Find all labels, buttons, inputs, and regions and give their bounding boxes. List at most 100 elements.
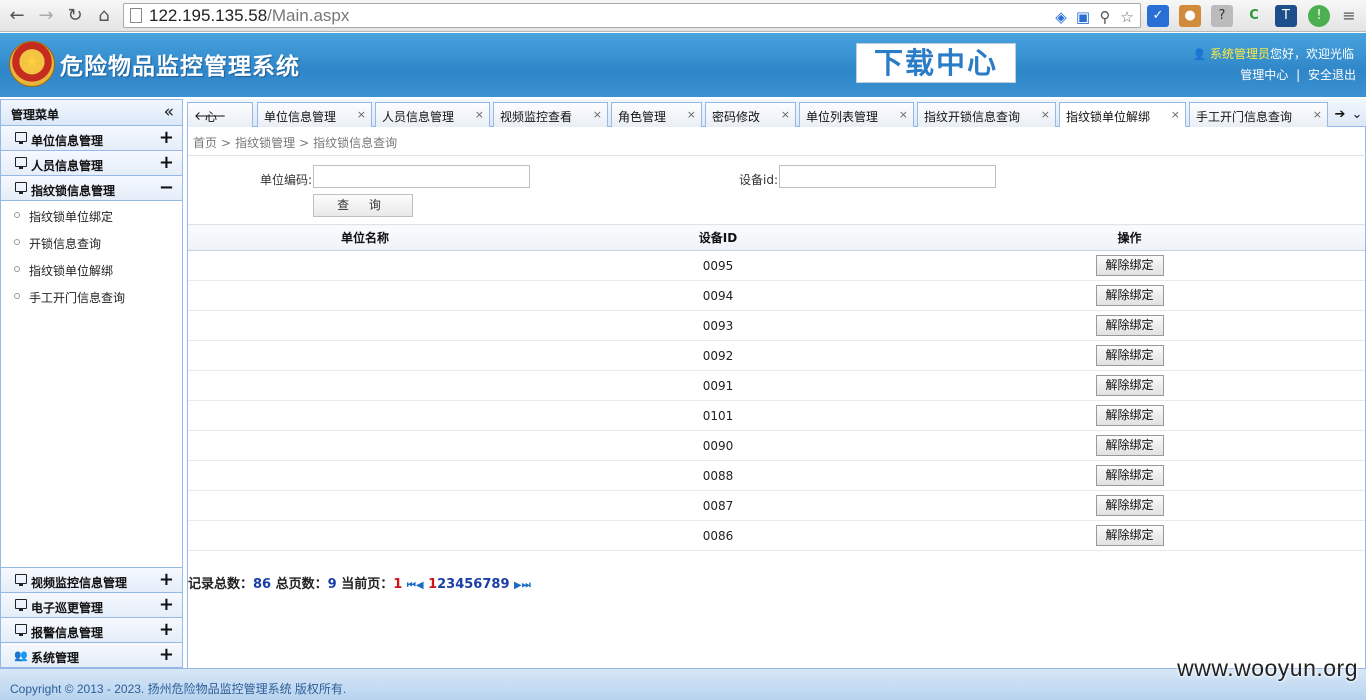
unbind-button[interactable]: 解除绑定 <box>1095 405 1164 426</box>
tab-list-dropdown-icon[interactable]: ⌄ <box>1349 102 1365 127</box>
menu-group-system[interactable]: 👥 系统管理 + <box>1 642 182 667</box>
app-header: 危险物品监控管理系统 下载中心 👤 系统管理员您好，欢迎光临 管理中心 | 安全… <box>0 33 1366 97</box>
reload-icon[interactable]: ↻ <box>63 4 87 28</box>
page-link[interactable]: 4 <box>455 577 464 592</box>
close-icon[interactable]: × <box>899 108 908 121</box>
menu-icon[interactable]: ≡ <box>1338 5 1360 27</box>
unbind-button[interactable]: 解除绑定 <box>1095 315 1164 336</box>
unbind-button[interactable]: 解除绑定 <box>1095 285 1164 306</box>
unbind-button[interactable]: 解除绑定 <box>1095 375 1164 396</box>
forward-icon[interactable]: → <box>34 4 58 28</box>
expand-icon[interactable]: + <box>159 619 174 640</box>
sidebar-item-lock-bind[interactable]: 指纹锁单位绑定 <box>1 201 182 228</box>
close-icon[interactable]: × <box>1041 108 1050 121</box>
close-icon[interactable]: × <box>357 108 366 121</box>
cookie-icon[interactable]: ● <box>1179 5 1201 27</box>
tab-manual-open[interactable]: 手工开门信息查询 × <box>1189 102 1328 127</box>
collapse-icon[interactable]: « <box>164 102 174 122</box>
unbind-button[interactable]: 解除绑定 <box>1095 255 1164 276</box>
unbind-button[interactable]: 解除绑定 <box>1095 435 1164 456</box>
logout-link[interactable]: 安全退出 <box>1308 68 1356 82</box>
device-id-input[interactable] <box>779 165 996 188</box>
prev-page-icon[interactable]: ◀ <box>416 580 424 591</box>
sidebar-header: 管理菜单 « <box>1 100 182 126</box>
tab-unlock-query[interactable]: 指纹开锁信息查询 × <box>917 102 1056 127</box>
unbind-button[interactable]: 解除绑定 <box>1095 525 1164 546</box>
table-header-row: 单位名称 设备ID 操作 <box>188 224 1365 251</box>
shield-icon[interactable]: ◈ <box>1052 8 1070 26</box>
extension-dark-icon[interactable]: T <box>1275 5 1297 27</box>
page-link[interactable]: 6 <box>473 577 482 592</box>
admin-center-link[interactable]: 管理中心 <box>1240 68 1288 82</box>
unbind-button[interactable]: 解除绑定 <box>1095 465 1164 486</box>
extension-r-icon[interactable]: ▣ <box>1074 8 1092 26</box>
extension-green-icon[interactable]: ! <box>1308 5 1330 27</box>
tab-role-manage[interactable]: 角色管理 × <box>611 102 702 127</box>
tab-center[interactable]: 🡐 心 <box>187 102 253 127</box>
close-icon[interactable]: × <box>593 108 602 121</box>
extension-c-icon[interactable]: C <box>1243 5 1265 27</box>
menu-group-label: 系统管理 <box>31 651 80 665</box>
extension-blue-icon[interactable]: ✓ <box>1147 5 1169 27</box>
page-link[interactable]: 5 <box>464 577 473 592</box>
cell-unit-name <box>188 430 542 461</box>
query-button[interactable]: 查 询 <box>313 194 413 217</box>
cell-device-id: 0093 <box>542 310 894 341</box>
cell-action: 解除绑定 <box>894 370 1365 401</box>
sidebar-item-lock-unbind[interactable]: 指纹锁单位解绑 <box>1 255 182 282</box>
menu-group-personnel-info[interactable]: 人员信息管理 + <box>1 151 182 176</box>
menu-group-unit-info[interactable]: 单位信息管理 + <box>1 126 182 151</box>
table-row: 0093 解除绑定 <box>188 310 1365 341</box>
tab-unit-list[interactable]: 单位列表管理 × <box>799 102 914 127</box>
cell-action: 解除绑定 <box>894 520 1365 551</box>
expand-icon[interactable]: + <box>159 152 174 173</box>
close-icon[interactable]: × <box>1171 108 1180 121</box>
expand-icon[interactable]: + <box>159 569 174 590</box>
close-icon[interactable]: × <box>475 108 484 121</box>
unit-code-input[interactable] <box>313 165 530 188</box>
first-page-icon[interactable]: ⏮ <box>407 580 416 591</box>
bookmark-star-icon[interactable]: ☆ <box>1118 8 1136 26</box>
page-link[interactable]: 1 <box>428 577 437 592</box>
page-icon <box>130 8 142 23</box>
page-link[interactable]: 9 <box>500 577 509 592</box>
menu-group-patrol[interactable]: 电子巡更管理 + <box>1 592 182 617</box>
sidebar-item-label: 手工开门信息查询 <box>29 291 126 305</box>
page-link[interactable]: 3 <box>446 577 455 592</box>
sidebar-item-manual-open-query[interactable]: 手工开门信息查询 <box>1 282 182 309</box>
tab-scroll-right-icon[interactable]: ➔ <box>1332 102 1348 127</box>
tab-lock-unbind[interactable]: 指纹锁单位解绑 × <box>1059 102 1186 128</box>
extension-gray-icon[interactable]: ? <box>1211 5 1233 27</box>
unbind-button[interactable]: 解除绑定 <box>1095 345 1164 366</box>
cell-device-id: 0101 <box>542 400 894 431</box>
menu-group-fingerprint-lock[interactable]: 指纹锁信息管理 − <box>1 176 182 201</box>
home-icon[interactable]: ⌂ <box>92 4 116 28</box>
next-page-icon[interactable]: ▶ <box>514 580 522 591</box>
sidebar-item-unlock-query[interactable]: 开锁信息查询 <box>1 228 182 255</box>
tab-personnel-info[interactable]: 人员信息管理 × <box>375 102 490 127</box>
breadcrumb-home[interactable]: 首页 <box>193 136 217 150</box>
bullet-icon <box>14 266 20 272</box>
close-icon[interactable]: × <box>687 108 696 121</box>
pin-icon[interactable]: ⚲ <box>1096 8 1114 26</box>
tab-password[interactable]: 密码修改 × <box>705 102 796 127</box>
tab-video-view[interactable]: 视频监控查看 × <box>493 102 608 127</box>
back-icon[interactable]: ← <box>5 4 29 28</box>
address-bar[interactable]: 122.195.135.58/Main.aspx ◈ ▣ ⚲ ☆ <box>123 3 1141 28</box>
menu-group-alarm[interactable]: 报警信息管理 + <box>1 617 182 642</box>
menu-group-video[interactable]: 视频监控信息管理 + <box>1 567 182 592</box>
close-icon[interactable]: × <box>781 108 790 121</box>
last-page-icon[interactable]: ⏭ <box>522 580 531 591</box>
expand-icon[interactable]: + <box>159 644 174 665</box>
user-name[interactable]: 系统管理员 <box>1210 47 1270 61</box>
download-center-banner[interactable]: 下载中心 <box>856 43 1016 83</box>
expand-icon[interactable]: + <box>159 594 174 615</box>
tab-unit-info[interactable]: 单位信息管理 × <box>257 102 372 127</box>
unbind-button[interactable]: 解除绑定 <box>1095 495 1164 516</box>
close-icon[interactable]: × <box>1313 108 1322 121</box>
cell-device-id: 0090 <box>542 430 894 461</box>
expand-icon[interactable]: + <box>159 127 174 148</box>
breadcrumb-level1[interactable]: 指纹锁管理 <box>235 136 295 150</box>
page-link[interactable]: 2 <box>437 577 446 592</box>
collapse-group-icon[interactable]: − <box>159 177 174 198</box>
